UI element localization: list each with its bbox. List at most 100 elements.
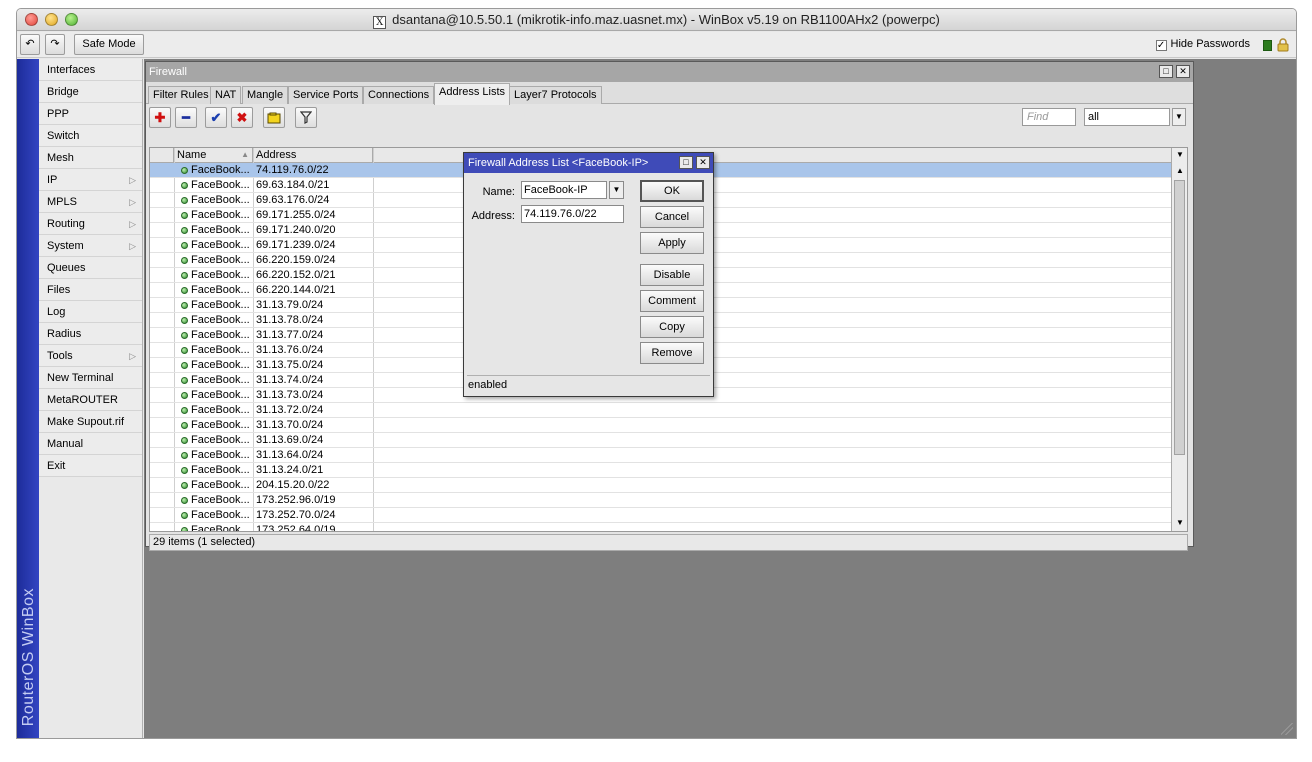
table-row[interactable]: FaceBook... 173.252.96.0/19 [150, 493, 1171, 508]
table-row[interactable]: FaceBook... 31.13.70.0/24 [150, 418, 1171, 433]
sidebar-item-routing[interactable]: Routing ▷ [39, 213, 142, 235]
apply-button[interactable]: Apply [640, 232, 704, 254]
safe-mode-button[interactable]: Safe Mode [74, 34, 144, 55]
close-icon[interactable]: ✕ [1176, 65, 1190, 78]
sidebar-item-label: Interfaces [47, 64, 96, 76]
plus-icon: ✚ [154, 110, 166, 125]
maximize-icon[interactable]: □ [679, 156, 693, 169]
sidebar-item-label: New Terminal [47, 372, 114, 384]
scroll-up-icon[interactable]: ▲ [1173, 164, 1187, 178]
sidebar-item-queues[interactable]: Queues [39, 257, 142, 279]
ok-button[interactable]: OK [640, 180, 704, 202]
cell-address: 31.13.69.0/24 [256, 434, 324, 446]
remove-button[interactable]: ━ [175, 107, 197, 128]
sidebar-item-metarouter[interactable]: MetaROUTER [39, 389, 142, 411]
sidebar-item-ppp[interactable]: PPP [39, 103, 142, 125]
tab-address-lists[interactable]: Address Lists [434, 83, 511, 105]
sidebar-item-label: Mesh [47, 152, 74, 164]
chevron-right-icon: ▷ [129, 351, 136, 361]
sidebar-item-log[interactable]: Log [39, 301, 142, 323]
cell-address: 69.171.255.0/24 [256, 209, 336, 221]
copy-button[interactable]: Copy [640, 316, 704, 338]
filter-button[interactable] [295, 107, 317, 128]
resize-grip-icon[interactable] [1281, 723, 1293, 735]
cell-name: FaceBook... [191, 224, 250, 236]
sidebar-item-interfaces[interactable]: Interfaces [39, 59, 142, 81]
sidebar-item-tools[interactable]: Tools ▷ [39, 345, 142, 367]
cell-address: 69.63.184.0/21 [256, 179, 330, 191]
sidebar-item-exit[interactable]: Exit [39, 455, 142, 477]
cell-address: 69.171.240.0/20 [256, 224, 336, 236]
sidebar-item-manual[interactable]: Manual [39, 433, 142, 455]
scrollbar-thumb[interactable] [1174, 180, 1185, 455]
cell-name: FaceBook... [191, 164, 250, 176]
add-button[interactable]: ✚ [149, 107, 171, 128]
sidebar-item-mesh[interactable]: Mesh [39, 147, 142, 169]
cell-name: FaceBook... [191, 464, 250, 476]
disable-button[interactable]: ✖ [231, 107, 253, 128]
sidebar-item-make-supout[interactable]: Make Supout.rif [39, 411, 142, 433]
dialog-title-bar[interactable]: Firewall Address List <FaceBook-IP> □ ✕ [464, 153, 713, 173]
tab-filter-rules[interactable]: Filter Rules [148, 86, 214, 104]
table-row[interactable]: FaceBook... 173.252.70.0/24 [150, 508, 1171, 523]
cell-address: 74.119.76.0/22 [256, 164, 329, 176]
tab-layer7-protocols[interactable]: Layer7 Protocols [509, 86, 602, 104]
sidebar-item-files[interactable]: Files [39, 279, 142, 301]
disable-button[interactable]: Disable [640, 264, 704, 286]
redo-button[interactable]: ↷ [45, 34, 65, 55]
sidebar-item-new-terminal[interactable]: New Terminal [39, 367, 142, 389]
cell-address: 31.13.64.0/24 [256, 449, 324, 461]
address-field[interactable]: 74.119.76.0/22 [521, 205, 624, 223]
find-input[interactable]: Find [1022, 108, 1076, 126]
minus-icon: ━ [182, 110, 190, 125]
remove-button[interactable]: Remove [640, 342, 704, 364]
name-field[interactable]: FaceBook-IP [521, 181, 607, 199]
table-row[interactable]: FaceBook... 31.13.24.0/21 [150, 463, 1171, 478]
name-dropdown-icon[interactable]: ▼ [609, 181, 624, 199]
enable-button[interactable]: ✔ [205, 107, 227, 128]
cell-name: FaceBook... [191, 239, 250, 251]
hide-passwords-checkbox[interactable]: ✓ [1155, 40, 1167, 51]
sidebar-item-label: Manual [47, 438, 84, 450]
tab-service-ports[interactable]: Service Ports [288, 86, 364, 104]
enabled-status-icon [181, 452, 188, 459]
comment-button[interactable]: Comment [640, 290, 704, 312]
maximize-icon[interactable]: □ [1159, 65, 1173, 78]
tab-nat[interactable]: NAT [210, 86, 242, 104]
sidebar-item-ip[interactable]: IP ▷ [39, 169, 142, 191]
list-filter-select[interactable]: all [1084, 108, 1170, 126]
brand-label: RouterOS WinBox [20, 587, 37, 726]
hide-passwords-toggle[interactable]: ✓ Hide Passwords [1155, 38, 1250, 51]
cell-address: 173.252.70.0/24 [256, 509, 336, 521]
cancel-button[interactable]: Cancel [640, 206, 704, 228]
address-label: Address: [471, 210, 515, 222]
enabled-status-icon [181, 197, 188, 204]
sidebar-item-label: Routing [47, 218, 85, 230]
title-bar[interactable]: Xdsantana@10.5.50.1 (mikrotik-info.maz.u… [17, 9, 1296, 31]
chevron-right-icon: ▷ [129, 241, 136, 251]
table-row[interactable]: FaceBook... 31.13.69.0/24 [150, 433, 1171, 448]
scroll-down-icon[interactable]: ▼ [1173, 516, 1187, 530]
scroll-top-icon[interactable]: ▼ [1173, 148, 1187, 162]
column-header-address[interactable]: Address [253, 148, 373, 163]
column-header-name[interactable]: Name ▲ [174, 148, 253, 163]
sidebar-item-bridge[interactable]: Bridge [39, 81, 142, 103]
sidebar-item-system[interactable]: System ▷ [39, 235, 142, 257]
dropdown-arrow-icon[interactable]: ▼ [1172, 108, 1186, 126]
sidebar-item-mpls[interactable]: MPLS ▷ [39, 191, 142, 213]
comment-button[interactable] [263, 107, 285, 128]
vertical-scrollbar[interactable]: ▼ ▲ ▼ [1171, 148, 1187, 531]
table-row[interactable]: FaceBook... 31.13.64.0/24 [150, 448, 1171, 463]
undo-button[interactable]: ↶ [20, 34, 40, 55]
sidebar-item-switch[interactable]: Switch [39, 125, 142, 147]
sidebar-item-radius[interactable]: Radius [39, 323, 142, 345]
dialog-title: Firewall Address List <FaceBook-IP> [468, 157, 649, 169]
tab-connections[interactable]: Connections [363, 86, 435, 104]
table-row[interactable]: FaceBook... 173.252.64.0/19 [150, 523, 1171, 531]
chevron-right-icon: ▷ [129, 197, 136, 207]
table-row[interactable]: FaceBook... 204.15.20.0/22 [150, 478, 1171, 493]
table-row[interactable]: FaceBook... 31.13.72.0/24 [150, 403, 1171, 418]
tab-mangle[interactable]: Mangle [242, 86, 289, 104]
close-icon[interactable]: ✕ [696, 156, 710, 169]
firewall-title-bar[interactable]: Firewall □ ✕ [146, 62, 1193, 82]
